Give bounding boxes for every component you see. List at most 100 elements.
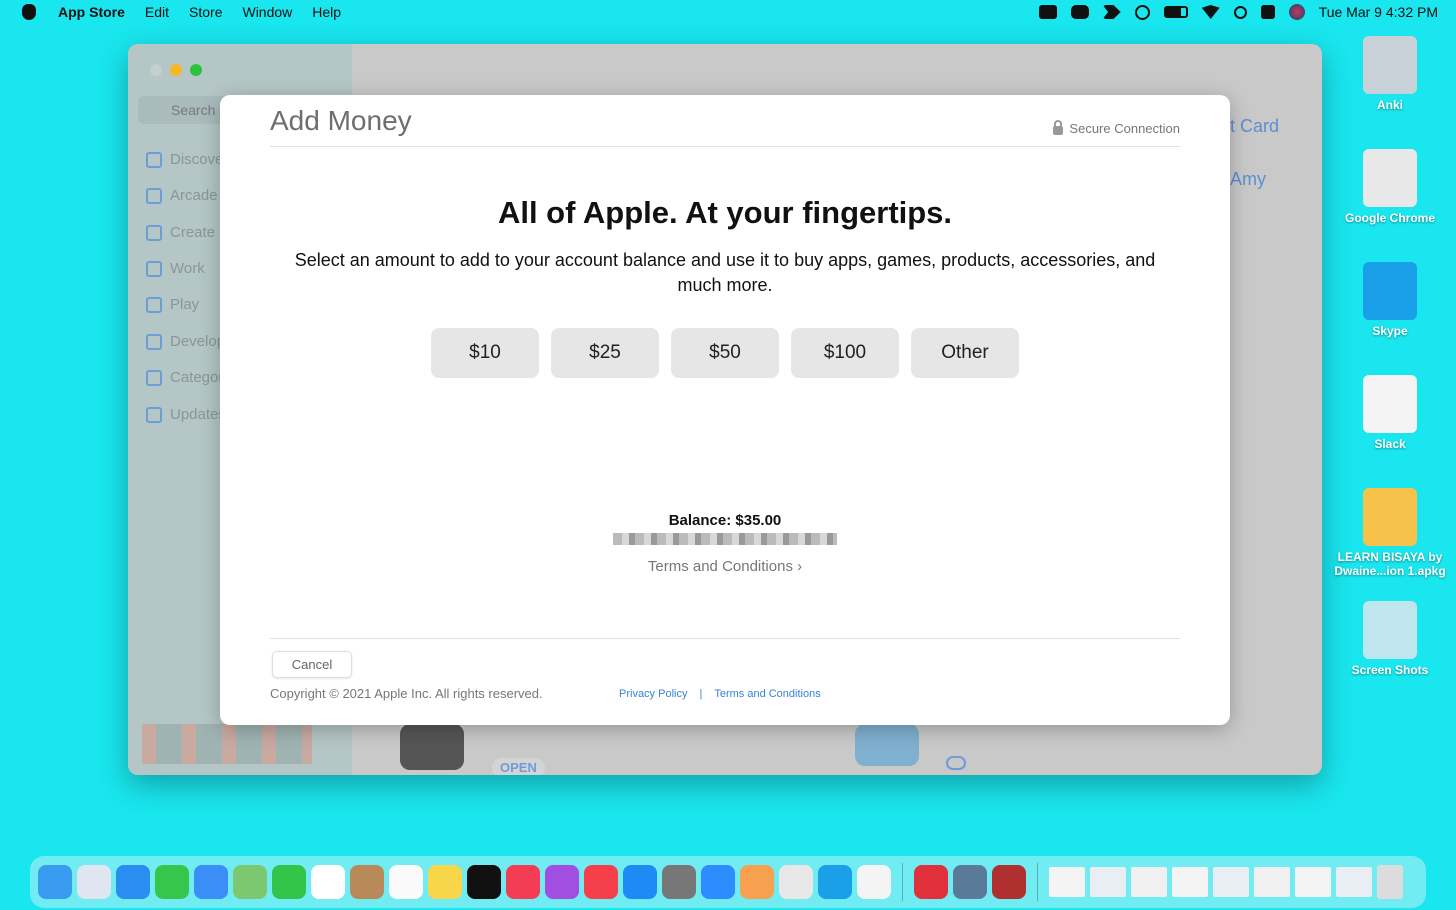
finder-icon[interactable] [38, 865, 72, 899]
desktop-icon-label: Screen Shots [1351, 663, 1429, 677]
dock [30, 856, 1426, 908]
document-thumbnail-icon[interactable] [1254, 867, 1290, 897]
account-name[interactable]: Amy [1230, 169, 1266, 190]
zoom-icon[interactable] [701, 865, 735, 899]
menu-window[interactable]: Window [242, 4, 292, 20]
account-avatar-blurred[interactable] [142, 724, 312, 764]
divider [270, 638, 1180, 639]
copyright: Copyright © 2021 Apple Inc. All rights r… [270, 686, 543, 701]
dialog-title: Add Money [270, 105, 412, 136]
launchpad-icon[interactable] [77, 865, 111, 899]
amount-100-button[interactable]: $100 [791, 328, 899, 378]
contacts-icon[interactable] [350, 865, 384, 899]
close-button[interactable] [150, 64, 162, 76]
app-store-icon[interactable] [623, 865, 657, 899]
safari-icon[interactable] [116, 865, 150, 899]
sidebar-item-discover[interactable]: Discover [146, 151, 228, 168]
amount-25-button[interactable]: $25 [551, 328, 659, 378]
sidebar-item-work[interactable]: Work [146, 260, 205, 277]
open-button[interactable]: OPEN [492, 758, 545, 775]
amount-options: $10 $25 $50 $100 Other [431, 328, 1019, 378]
mail-icon[interactable] [194, 865, 228, 899]
add-money-dialog: Add Money Secure Connection All of Apple… [220, 95, 1230, 725]
search-icon[interactable] [1233, 5, 1247, 19]
document-thumbnail-icon[interactable] [1049, 867, 1085, 897]
amount-other-button[interactable]: Other [911, 328, 1019, 378]
wifi-icon[interactable] [1201, 5, 1220, 19]
privacy-policy-link[interactable]: Privacy Policy [619, 688, 687, 700]
play-icon[interactable] [1134, 4, 1150, 20]
sidebar-label: Work [170, 260, 205, 277]
reeder-icon[interactable] [1102, 5, 1121, 19]
maps-icon[interactable] [233, 865, 267, 899]
podcasts-icon[interactable] [545, 865, 579, 899]
sidebar-item-arcade[interactable]: Arcade [146, 187, 218, 204]
siri-icon[interactable] [1288, 4, 1305, 20]
dock-separator [1037, 863, 1038, 901]
paper-plane-icon [146, 260, 162, 277]
music-icon[interactable] [506, 865, 540, 899]
dictionary-icon[interactable] [992, 865, 1026, 899]
desktop-icon[interactable]: Anki [1330, 36, 1450, 112]
skype-icon [1363, 262, 1417, 320]
skype-icon[interactable] [818, 865, 852, 899]
desktop-icon[interactable]: Skype [1330, 262, 1450, 338]
sidebar-item-play[interactable]: Play [146, 296, 199, 313]
zoom-button[interactable] [190, 64, 202, 76]
reeder-icon[interactable] [914, 865, 948, 899]
battery-icon[interactable] [1163, 6, 1188, 18]
document-thumbnail-icon[interactable] [1213, 867, 1249, 897]
menu-store[interactable]: Store [189, 4, 222, 20]
desktop-icon[interactable]: Slack [1330, 375, 1450, 451]
chrome-icon[interactable] [779, 865, 813, 899]
desktop-icon[interactable]: Google Chrome [1330, 149, 1450, 225]
amount-50-button[interactable]: $50 [671, 328, 779, 378]
trash-icon[interactable] [1377, 865, 1403, 899]
balance: Balance: $35.00 [668, 512, 782, 529]
star-icon [146, 151, 162, 168]
sidebar-label: Updates [170, 406, 226, 423]
reminders-icon[interactable] [389, 865, 423, 899]
zoom-icon[interactable] [1038, 5, 1057, 19]
document-thumbnail-icon[interactable] [1336, 867, 1372, 897]
photos-icon[interactable] [740, 865, 774, 899]
slack-icon [1363, 375, 1417, 433]
notes-icon[interactable] [428, 865, 462, 899]
document-thumbnail-icon[interactable] [1295, 867, 1331, 897]
document-thumbnail-icon[interactable] [1172, 867, 1208, 897]
calendar-icon[interactable] [311, 865, 345, 899]
terms-label[interactable]: Terms and Conditions › [648, 558, 802, 575]
sidebar-item-updates[interactable]: Updates [146, 406, 226, 423]
document-thumbnail-icon[interactable] [1090, 867, 1126, 897]
menu-help[interactable]: Help [312, 4, 341, 20]
cancel-button[interactable]: Cancel [272, 651, 352, 678]
hammer-icon [146, 333, 162, 350]
secure-label: Secure Connection [1069, 121, 1180, 136]
facetime-icon[interactable] [272, 865, 306, 899]
sidebar-item-develop[interactable]: Develop [146, 333, 225, 350]
minimize-button[interactable] [170, 64, 182, 76]
sidebar-item-create[interactable]: Create [146, 224, 215, 241]
slack-icon[interactable] [857, 865, 891, 899]
document-thumbnail-icon[interactable] [1131, 867, 1167, 897]
tasks-icon[interactable] [1070, 5, 1089, 19]
desktop-icon[interactable]: LEARN BISAYA by Dwaine...ion 1.apkg [1330, 488, 1450, 578]
menu-edit[interactable]: Edit [145, 4, 169, 20]
clock[interactable]: Tue Mar 9 4:32 PM [1319, 4, 1438, 20]
preview-icon[interactable] [953, 865, 987, 899]
cloud-download-icon[interactable] [946, 756, 966, 770]
anki-icon [1363, 36, 1417, 94]
system-preferences-icon[interactable] [662, 865, 696, 899]
amount-10-button[interactable]: $10 [431, 328, 539, 378]
control-center-icon[interactable] [1260, 5, 1275, 19]
gift-card-link[interactable]: t Card [1230, 116, 1279, 137]
menu-app-store[interactable]: App Store [58, 4, 125, 20]
desktop-icon[interactable]: Screen Shots [1330, 601, 1450, 677]
footer-terms-link[interactable]: Terms and Conditions [714, 688, 820, 700]
window-controls [150, 64, 202, 76]
tv-icon[interactable] [467, 865, 501, 899]
apple-menu-icon[interactable] [22, 4, 36, 20]
messages-icon[interactable] [155, 865, 189, 899]
news-icon[interactable] [584, 865, 618, 899]
terms-link[interactable]: Terms and Conditions › [220, 558, 1230, 575]
